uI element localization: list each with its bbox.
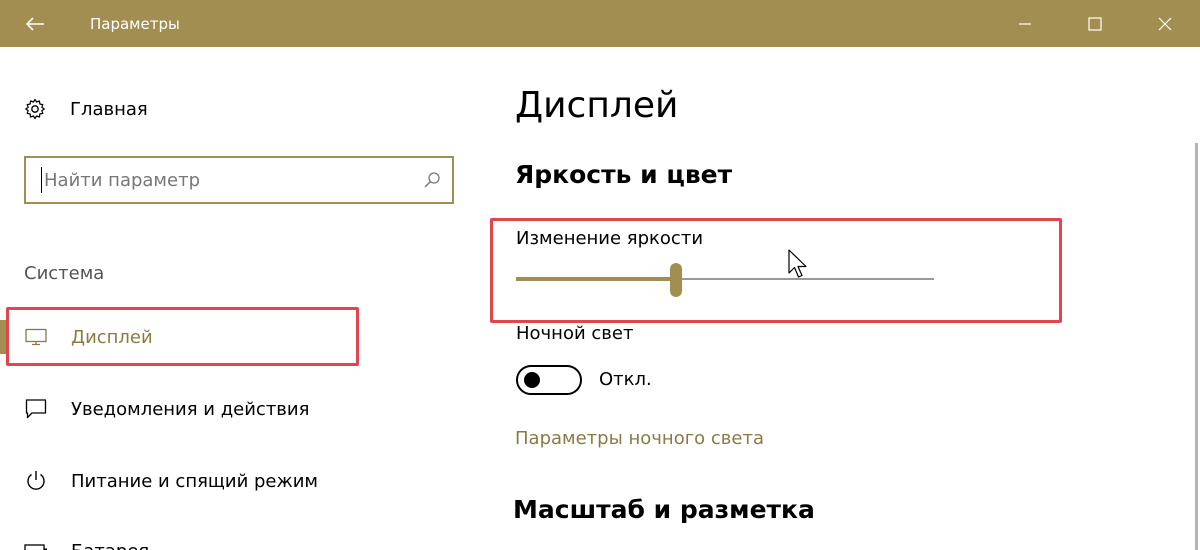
scrollbar[interactable]	[1192, 47, 1200, 550]
section-title-scale: Масштаб и разметка	[513, 495, 815, 524]
text-caret	[41, 167, 42, 193]
toggle-knob	[524, 372, 540, 388]
mouse-cursor-icon	[788, 249, 807, 278]
search-box[interactable]	[24, 156, 454, 204]
night-light-settings-link[interactable]: Параметры ночного света	[515, 428, 764, 449]
night-light-toggle[interactable]	[516, 365, 582, 395]
sidebar: Главная Система Дисплей Уведомления	[0, 47, 480, 550]
night-light-label: Ночной свет	[516, 323, 634, 344]
highlight-frame-sidebar	[6, 307, 359, 366]
sidebar-item-notifications[interactable]: Уведомления и действия	[0, 384, 480, 434]
window-controls	[990, 0, 1200, 47]
power-icon	[23, 468, 49, 494]
gear-icon	[25, 98, 45, 120]
window-title: Параметры	[90, 14, 180, 33]
page-title: Дисплей	[515, 85, 679, 126]
sidebar-item-battery[interactable]: Батарея	[0, 526, 480, 550]
minimize-button[interactable]	[990, 0, 1060, 47]
sidebar-item-label: Батарея	[71, 541, 149, 550]
sidebar-item-power[interactable]: Питание и спящий режим	[0, 456, 480, 506]
section-title-brightness: Яркость и цвет	[515, 160, 733, 189]
close-button[interactable]	[1130, 0, 1200, 47]
slider-thumb[interactable]	[670, 263, 683, 297]
maximize-icon	[1088, 16, 1102, 31]
notification-icon	[23, 396, 49, 422]
back-button[interactable]	[0, 0, 70, 47]
search-input[interactable]	[44, 160, 412, 200]
close-icon	[1158, 17, 1172, 30]
night-light-state: Откл.	[599, 369, 652, 390]
search-icon	[424, 172, 440, 188]
sidebar-group-label: Система	[24, 263, 105, 284]
sidebar-item-label: Питание и спящий режим	[71, 470, 318, 492]
sidebar-item-label: Главная	[70, 98, 148, 120]
brightness-slider[interactable]	[516, 262, 934, 298]
search-button[interactable]	[412, 160, 452, 200]
title-bar: Параметры	[0, 0, 1200, 47]
minimize-icon	[1019, 22, 1031, 25]
sidebar-item-home[interactable]: Главная	[24, 97, 148, 121]
brightness-label: Изменение яркости	[516, 228, 704, 249]
maximize-button[interactable]	[1060, 0, 1130, 47]
scrollbar-thumb[interactable]	[1195, 143, 1198, 550]
battery-icon	[23, 538, 49, 550]
back-arrow-icon	[25, 16, 44, 31]
sidebar-item-label: Уведомления и действия	[71, 398, 310, 420]
main-content: Дисплей Яркость и цвет Изменение яркости…	[480, 47, 1200, 550]
slider-fill	[516, 277, 677, 281]
